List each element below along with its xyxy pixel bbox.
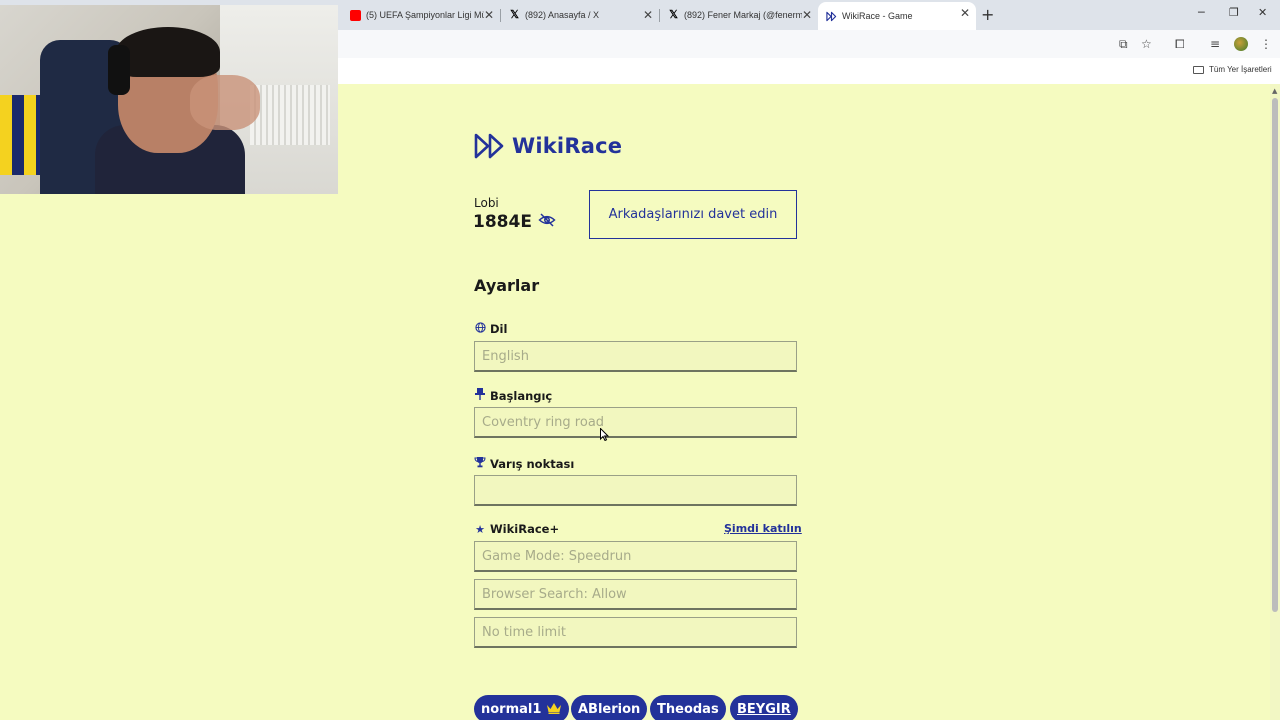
wikirace-logo[interactable]: WikiRace	[474, 133, 622, 159]
wikirace-plus-label: WikiRace+	[490, 522, 560, 536]
settings-title: Ayarlar	[474, 276, 540, 295]
player-chip-current[interactable]: BEYGIR	[730, 695, 798, 720]
page-scrollbar[interactable]: ▲	[1270, 84, 1280, 720]
destination-article-input[interactable]	[474, 475, 797, 506]
restore-icon[interactable]: ❐	[1229, 6, 1239, 19]
wikirace-plus-label-row: ★ WikiRace+	[474, 522, 559, 536]
wikirace-icon	[826, 11, 837, 22]
close-tab-icon[interactable]: ✕	[643, 8, 653, 22]
time-limit-value: No time limit	[482, 624, 566, 640]
scrollbar-thumb[interactable]	[1272, 98, 1278, 612]
lobby-label: Lobi	[474, 196, 499, 210]
start-article-value: Coventry ring road	[482, 414, 605, 430]
profile-avatar[interactable]	[1234, 37, 1248, 51]
destination-label: Varış noktası	[490, 456, 575, 471]
lobby-code: 1884E	[473, 212, 532, 232]
crown-icon	[546, 702, 562, 717]
close-tab-icon[interactable]: ✕	[802, 8, 812, 22]
webcam-person-hair	[116, 27, 220, 77]
browser-search-value: Browser Search: Allow	[482, 586, 627, 602]
language-label: Dil	[490, 322, 508, 336]
webcam-headset	[108, 45, 130, 95]
fast-forward-icon	[474, 133, 504, 159]
destination-label-row: Varış noktası	[474, 456, 574, 471]
join-now-link[interactable]: Şimdi katılın	[724, 522, 802, 535]
webcam-radiator	[250, 85, 330, 145]
player-name: normal1	[481, 701, 542, 717]
mouse-cursor-icon	[600, 426, 610, 445]
game-mode-value: Game Mode: Speedrun	[482, 548, 632, 564]
minimize-icon[interactable]: ─	[1198, 6, 1205, 19]
start-label: Başlangıç	[490, 388, 553, 403]
trophy-icon	[474, 456, 486, 471]
time-limit-select[interactable]: No time limit	[474, 617, 797, 648]
start-article-input[interactable]: Coventry ring road	[474, 407, 797, 438]
browser-tab-active[interactable]: WikiRace - Game ✕	[818, 2, 976, 30]
tab-title: (5) UEFA Şampiyonlar Ligi Müzi	[366, 10, 484, 20]
pin-icon	[474, 388, 486, 403]
media-control-icon[interactable]: ≡	[1210, 37, 1220, 51]
tab-title: (892) Anasayfa / X	[525, 10, 600, 20]
language-value: English	[482, 348, 529, 364]
webcam-person-hand	[190, 75, 260, 130]
browser-tab[interactable]: 𝕏 (892) Fener Markaj (@fenermar ✕	[660, 4, 818, 26]
menu-icon[interactable]: ⋮	[1260, 37, 1272, 51]
close-tab-icon[interactable]: ✕	[484, 8, 494, 22]
extensions-icon[interactable]: ⧠	[1175, 37, 1185, 52]
browser-tab[interactable]: 𝕏 (892) Anasayfa / X ✕	[501, 4, 659, 26]
all-bookmarks-label: Tüm Yer İşaretleri	[1209, 65, 1272, 74]
close-tab-icon[interactable]: ✕	[960, 6, 970, 20]
globe-icon	[474, 322, 486, 336]
start-label-row: Başlangıç	[474, 388, 552, 403]
bookmark-star-icon[interactable]: ☆	[1141, 37, 1152, 51]
tab-title: (892) Fener Markaj (@fenermar	[684, 10, 802, 20]
browser-tab[interactable]: (5) UEFA Şampiyonlar Ligi Müzi ✕	[342, 4, 500, 26]
x-icon: 𝕏	[669, 8, 678, 21]
logo-text: WikiRace	[512, 134, 623, 158]
player-name: BEYGIR	[737, 701, 791, 717]
star-icon: ★	[475, 522, 485, 536]
browser-search-select[interactable]: Browser Search: Allow	[474, 579, 797, 610]
scroll-up-icon[interactable]: ▲	[1272, 87, 1277, 95]
lobby-code-row: 1884E	[473, 212, 556, 232]
x-icon: 𝕏	[510, 8, 519, 21]
game-mode-select[interactable]: Game Mode: Speedrun	[474, 541, 797, 572]
player-chip[interactable]: ABlerion	[571, 695, 648, 720]
close-window-icon[interactable]: ✕	[1258, 6, 1267, 19]
player-chip-host[interactable]: normal1	[474, 695, 570, 720]
player-name: Theodas	[657, 701, 719, 717]
webcam-overlay	[0, 5, 338, 194]
player-chip[interactable]: Theodas	[650, 695, 726, 720]
language-select[interactable]: English	[474, 341, 797, 372]
new-tab-icon[interactable]: +	[981, 5, 994, 24]
player-name: ABlerion	[578, 701, 641, 717]
tab-title: WikiRace - Game	[842, 11, 913, 21]
eye-off-icon[interactable]	[538, 212, 556, 232]
all-bookmarks-folder[interactable]: Tüm Yer İşaretleri	[1193, 65, 1272, 74]
youtube-icon	[350, 9, 361, 21]
translate-icon[interactable]: ⧉	[1119, 37, 1128, 52]
folder-icon	[1193, 65, 1204, 74]
language-label-row: Dil	[474, 322, 507, 336]
invite-friends-button[interactable]: Arkadaşlarınızı davet edin	[589, 190, 797, 239]
